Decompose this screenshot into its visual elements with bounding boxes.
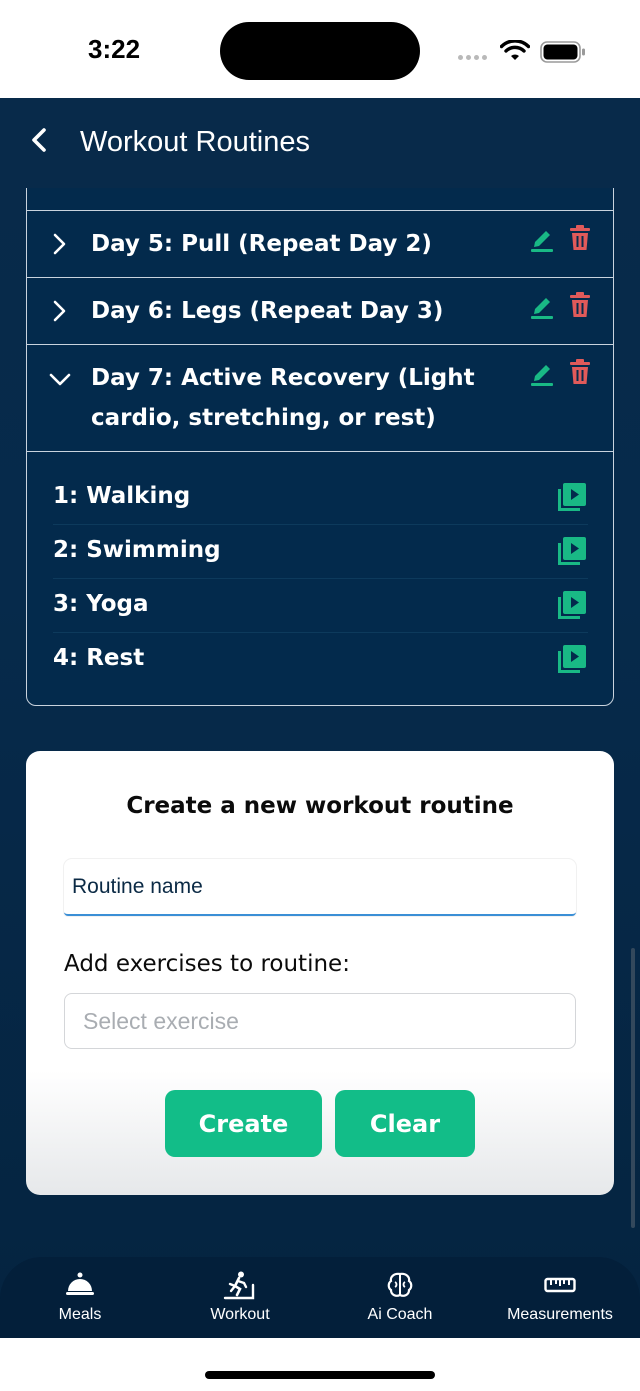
wifi-icon bbox=[500, 40, 530, 60]
delete-icon[interactable] bbox=[569, 225, 591, 251]
chevron-down-icon[interactable] bbox=[49, 369, 71, 389]
exercise-item[interactable]: 4: Rest bbox=[53, 633, 588, 687]
delete-icon[interactable] bbox=[569, 359, 591, 385]
routine-day-row[interactable]: Day 5: Pull (Repeat Day 2) bbox=[27, 211, 613, 278]
video-play-icon[interactable] bbox=[558, 591, 586, 619]
tab-meals-label: Meals bbox=[58, 1306, 102, 1323]
home-indicator-area bbox=[0, 1338, 640, 1391]
treadmill-runner-icon bbox=[223, 1271, 255, 1300]
edit-icon[interactable] bbox=[529, 292, 555, 320]
select-exercise-dropdown[interactable]: Select exercise bbox=[64, 993, 576, 1049]
create-routine-title: Create a new workout routine bbox=[126, 793, 514, 819]
status-bar: 3:22 bbox=[0, 0, 640, 98]
video-play-icon[interactable] bbox=[558, 645, 586, 673]
create-routine-card: Create a new workout routine Add exercis… bbox=[26, 751, 614, 1195]
tab-meals[interactable]: Meals bbox=[0, 1257, 160, 1338]
delete-icon[interactable] bbox=[569, 292, 591, 318]
tab-measurements-label: Measurements bbox=[507, 1306, 613, 1323]
tab-workout[interactable]: Workout bbox=[160, 1257, 320, 1338]
home-indicator[interactable] bbox=[205, 1371, 435, 1379]
add-exercises-label: Add exercises to routine: bbox=[64, 951, 350, 977]
routine-day-label: Day 6: Legs (Repeat Day 3) bbox=[91, 298, 444, 324]
edit-icon[interactable] bbox=[529, 225, 555, 253]
exercise-label: 3: Yoga bbox=[53, 591, 149, 617]
brain-icon bbox=[387, 1272, 413, 1297]
chevron-right-icon[interactable] bbox=[49, 300, 69, 322]
create-button[interactable]: Create bbox=[165, 1090, 322, 1157]
status-time: 3:22 bbox=[88, 34, 141, 64]
header: Workout Routines bbox=[0, 98, 640, 188]
clear-button[interactable]: Clear bbox=[335, 1090, 475, 1157]
scrollbar[interactable] bbox=[631, 948, 635, 1228]
routine-name-input[interactable] bbox=[64, 859, 576, 916]
exercise-label: 1: Walking bbox=[53, 483, 191, 509]
routine-day-row-expanded[interactable]: Day 7: Active Recovery (Light cardio, st… bbox=[27, 345, 613, 452]
exercise-item[interactable]: 3: Yoga bbox=[53, 579, 588, 633]
exercise-item[interactable]: 2: Swimming bbox=[53, 525, 588, 579]
bottom-tab-bar: Meals Workout Ai Coach Measurements bbox=[0, 1257, 640, 1338]
back-icon[interactable] bbox=[26, 126, 54, 154]
page-title: Workout Routines bbox=[80, 126, 310, 158]
signal-icon bbox=[458, 55, 487, 60]
video-play-icon[interactable] bbox=[558, 537, 586, 565]
routine-day-list: Day 5: Pull (Repeat Day 2) Day 6: Legs (… bbox=[26, 160, 614, 706]
tab-ai-coach[interactable]: Ai Coach bbox=[320, 1257, 480, 1338]
dynamic-island bbox=[220, 22, 420, 80]
exercise-label: 2: Swimming bbox=[53, 537, 221, 563]
tab-measurements[interactable]: Measurements bbox=[480, 1257, 640, 1338]
tab-ai-coach-label: Ai Coach bbox=[367, 1306, 433, 1323]
select-exercise-placeholder: Select exercise bbox=[83, 1008, 239, 1034]
routine-day-label: Day 5: Pull (Repeat Day 2) bbox=[91, 231, 432, 257]
routine-day-row[interactable]: Day 6: Legs (Repeat Day 3) bbox=[27, 278, 613, 345]
ruler-icon bbox=[544, 1277, 576, 1293]
meal-cloche-icon bbox=[66, 1272, 94, 1295]
routine-day-label: Day 7: Active Recovery (Light cardio, st… bbox=[91, 365, 475, 431]
edit-icon[interactable] bbox=[529, 359, 555, 387]
chevron-right-icon[interactable] bbox=[49, 233, 69, 255]
exercise-label: 4: Rest bbox=[53, 645, 145, 671]
video-play-icon[interactable] bbox=[558, 483, 586, 511]
tab-workout-label: Workout bbox=[210, 1306, 270, 1323]
exercise-item[interactable]: 1: Walking bbox=[53, 471, 588, 525]
battery-icon bbox=[540, 41, 585, 63]
